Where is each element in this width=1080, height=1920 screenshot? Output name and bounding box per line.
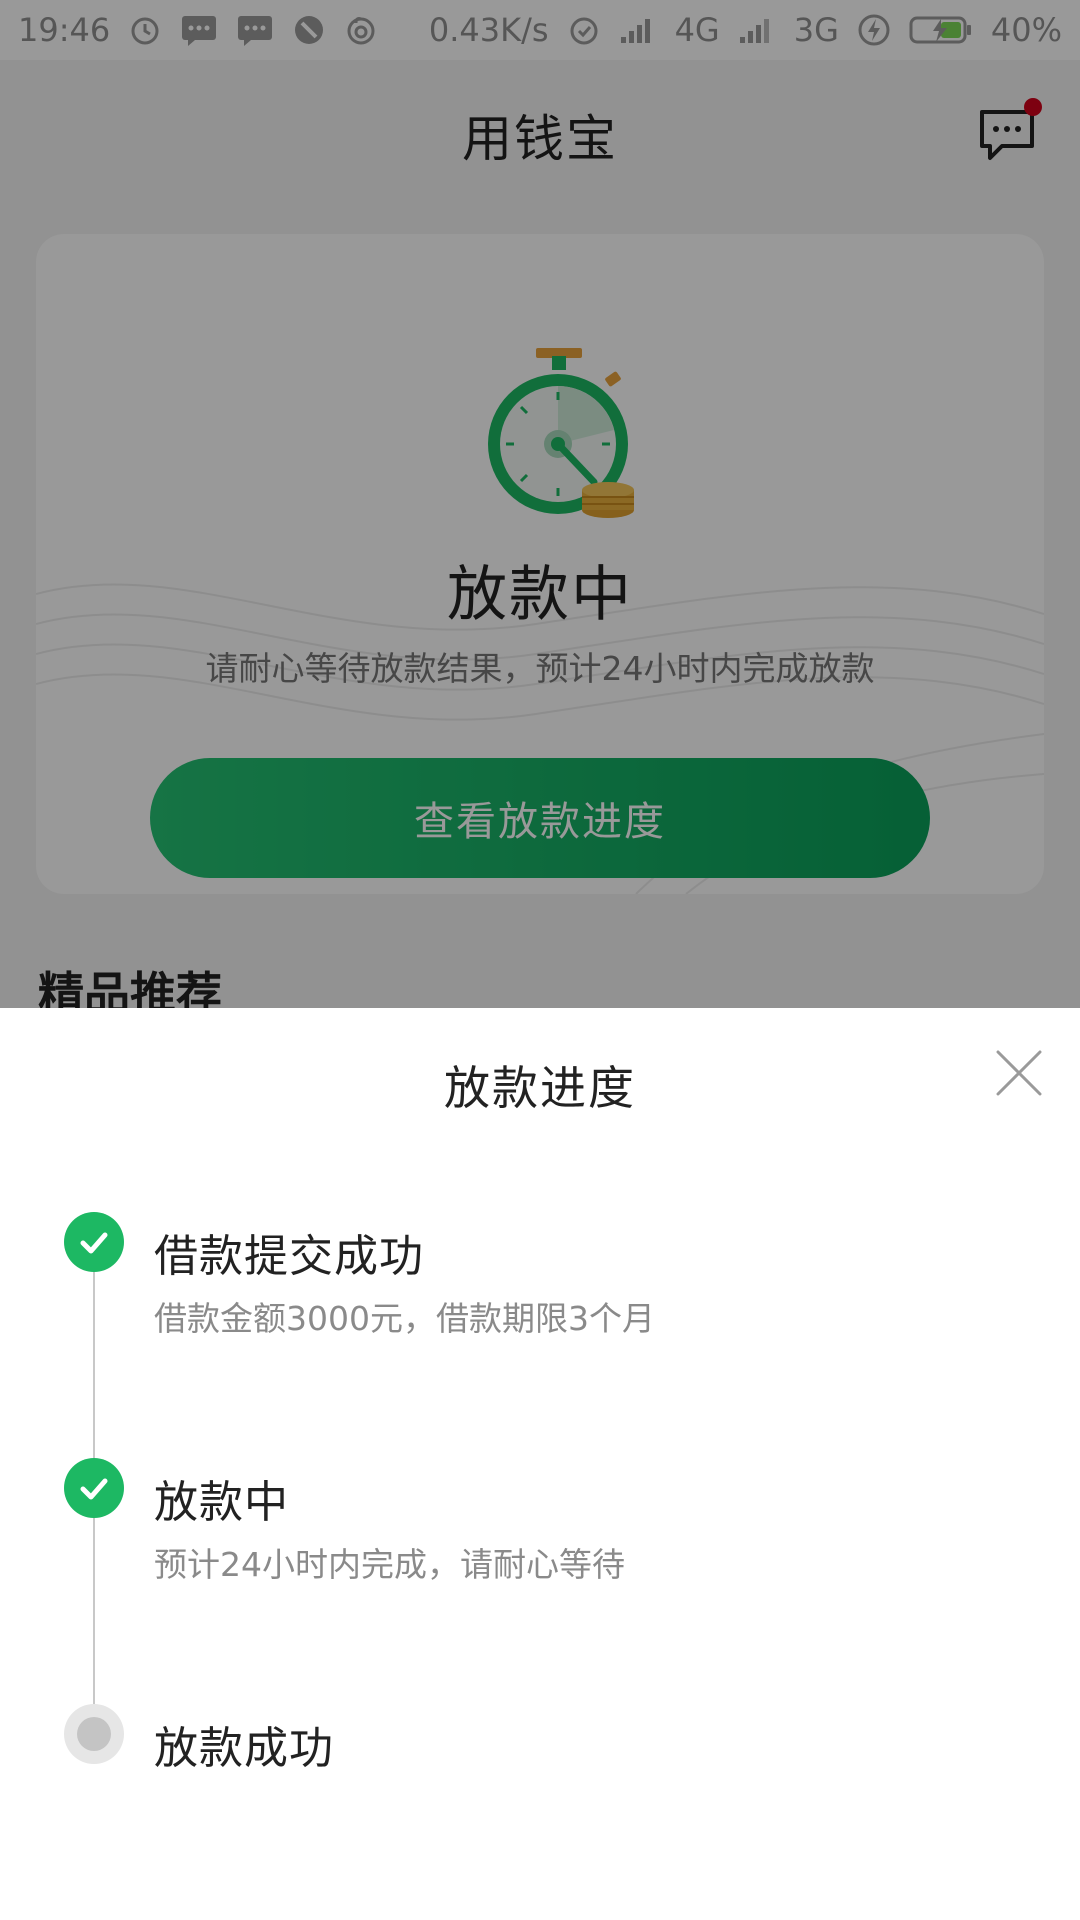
check-icon [80,1478,108,1500]
step-title: 放款成功 [154,1723,334,1774]
screen: 19:46 0.43K/s 4G 3G 40% 用钱宝 放款中 请耐心等待放款结… [0,0,1080,1920]
step-title: 借款提交成功 [154,1231,424,1282]
progress-timeline: 借款提交成功 借款金额3000元，借款期限3个月 放款中 预计24小时内完成，请… [0,1008,1080,1920]
timeline-connector [93,1488,95,1714]
step-description: 借款金额3000元，借款期限3个月 [154,1299,655,1338]
check-icon [80,1232,108,1254]
pending-dot [77,1717,111,1751]
step-description: 预计24小时内完成，请耐心等待 [154,1545,625,1584]
step-done-marker [64,1458,124,1518]
step-pending-marker [64,1704,124,1764]
progress-bottom-sheet: 放款进度 借款提交成功 借款金额3000元，借款期限3个月 放款中 预计24小时… [0,1008,1080,1920]
step-title: 放款中 [154,1477,289,1528]
timeline-connector [93,1242,95,1468]
step-done-marker [64,1212,124,1272]
